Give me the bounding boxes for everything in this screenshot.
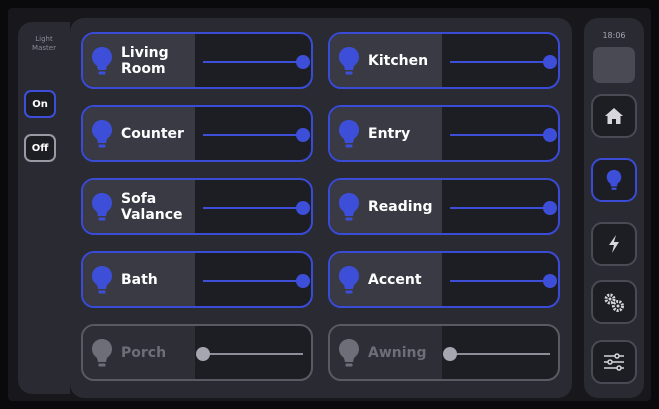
home-icon	[605, 108, 623, 124]
light-card-6[interactable]: Bath	[81, 251, 313, 308]
light-label: Porch	[121, 344, 167, 361]
light-label: Entry	[368, 125, 411, 142]
clock-time: 18:06	[602, 31, 626, 40]
dimmer-track[interactable]	[203, 207, 303, 209]
light-master-panel: Light Master On Off	[18, 22, 70, 394]
dimmer-thumb[interactable]	[443, 347, 457, 361]
dimmer-track[interactable]	[450, 61, 550, 63]
dimmer-track[interactable]	[203, 61, 303, 63]
lights-grid: Living Room Kitchen Counter Entry Sofa V…	[70, 18, 572, 398]
bulb-icon[interactable]	[338, 338, 360, 368]
dimmer-track[interactable]	[203, 134, 303, 136]
gears-icon	[604, 293, 624, 312]
light-label: Kitchen	[368, 52, 429, 69]
light-label: Bath	[121, 271, 158, 288]
clock-display	[593, 47, 635, 83]
light-label: Reading	[368, 198, 433, 215]
master-off-button[interactable]: Off	[24, 134, 56, 162]
nav-settings[interactable]	[591, 280, 637, 324]
dimmer-thumb[interactable]	[543, 274, 557, 288]
light-card-2[interactable]: Counter	[81, 105, 313, 162]
nav-energy[interactable]	[591, 222, 637, 266]
dimmer-thumb[interactable]	[543, 55, 557, 69]
light-master-title: Light Master	[32, 35, 56, 52]
bulb-icon[interactable]	[338, 119, 360, 149]
dimmer-thumb[interactable]	[543, 201, 557, 215]
light-label: Accent	[368, 271, 422, 288]
bulb-icon[interactable]	[338, 46, 360, 76]
nav-lights[interactable]	[591, 158, 637, 202]
bulb-icon[interactable]	[91, 46, 113, 76]
nav-adjust[interactable]	[591, 340, 637, 384]
dimmer-thumb[interactable]	[296, 128, 310, 142]
dimmer-track[interactable]	[450, 353, 550, 355]
bulb-icon[interactable]	[91, 265, 113, 295]
sliders-icon	[604, 353, 624, 371]
light-card-4[interactable]: Sofa Valance	[81, 178, 313, 235]
dimmer-thumb[interactable]	[296, 201, 310, 215]
light-card-9[interactable]: Awning	[328, 324, 560, 381]
dimmer-track[interactable]	[450, 280, 550, 282]
light-card-5[interactable]: Reading	[328, 178, 560, 235]
light-label: Counter	[121, 125, 184, 142]
dimmer-track[interactable]	[450, 207, 550, 209]
dimmer-thumb[interactable]	[196, 347, 210, 361]
light-card-1[interactable]: Kitchen	[328, 32, 560, 89]
light-card-7[interactable]: Accent	[328, 251, 560, 308]
nav-home[interactable]	[591, 94, 637, 138]
light-label: Awning	[368, 344, 427, 361]
dimmer-thumb[interactable]	[296, 55, 310, 69]
dimmer-thumb[interactable]	[296, 274, 310, 288]
bulb-icon[interactable]	[91, 119, 113, 149]
bulb-icon[interactable]	[91, 192, 113, 222]
master-on-button[interactable]: On	[24, 90, 56, 118]
dimmer-track[interactable]	[203, 280, 303, 282]
sidebar: 18:06	[584, 18, 644, 398]
light-label: Sofa Valance	[121, 190, 183, 223]
bulb-icon[interactable]	[91, 338, 113, 368]
dimmer-thumb[interactable]	[543, 128, 557, 142]
dimmer-track[interactable]	[450, 134, 550, 136]
light-card-0[interactable]: Living Room	[81, 32, 313, 89]
light-card-8[interactable]: Porch	[81, 324, 313, 381]
bulb-icon	[606, 169, 622, 190]
bulb-icon[interactable]	[338, 192, 360, 222]
light-card-3[interactable]: Entry	[328, 105, 560, 162]
bulb-icon[interactable]	[338, 265, 360, 295]
dimmer-track[interactable]	[203, 353, 303, 355]
light-label: Living Room	[121, 44, 169, 77]
lightning-icon	[609, 235, 619, 253]
